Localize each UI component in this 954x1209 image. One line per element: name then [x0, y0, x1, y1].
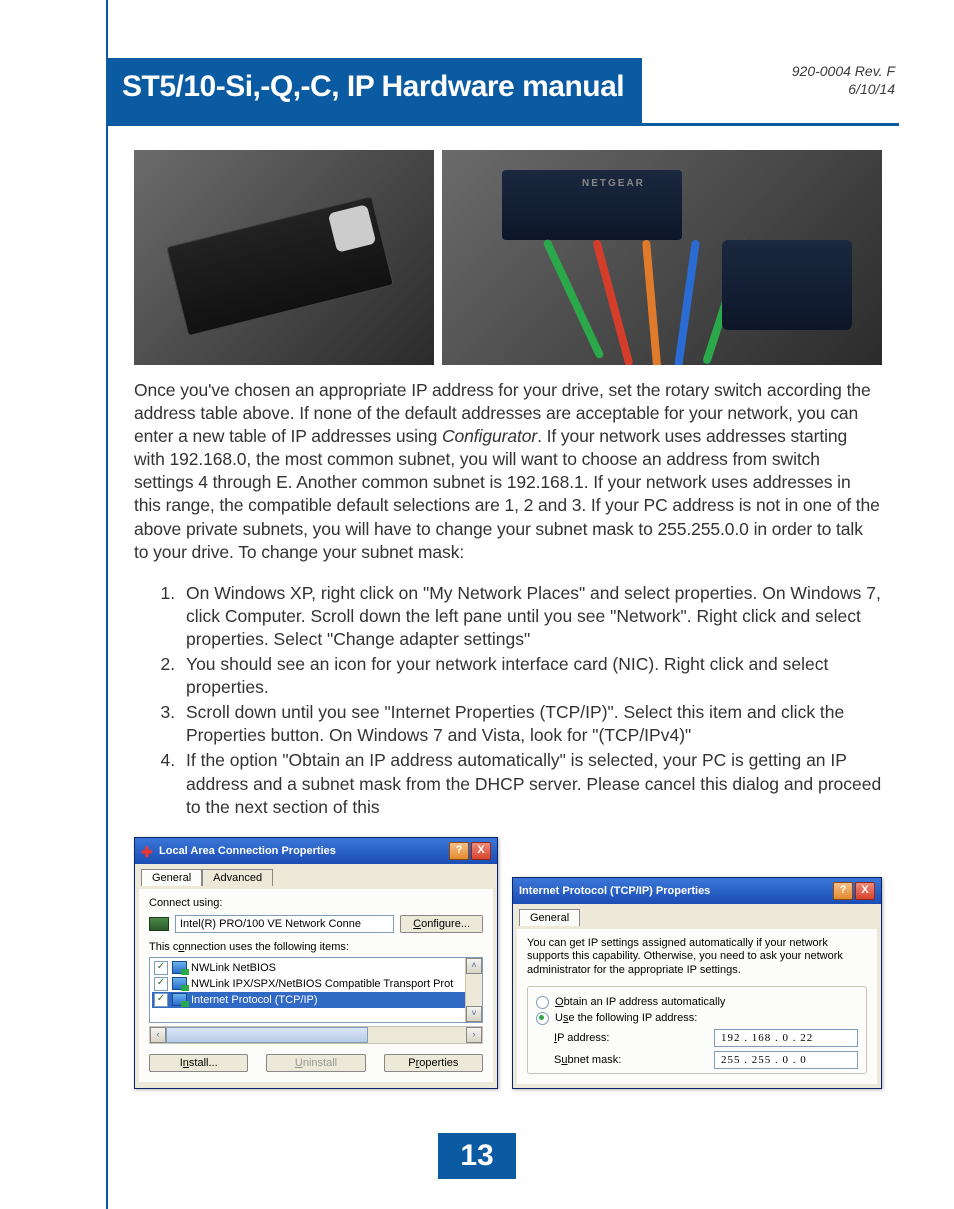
header-meta: 920-0004 Rev. F 6/10/14 — [642, 58, 899, 126]
content-area: NETGEAR Once you've chosen an appropriat… — [134, 150, 882, 1089]
step-1: On Windows XP, right click on "My Networ… — [180, 582, 882, 651]
cable-orange — [642, 240, 661, 365]
scroll-left-icon[interactable]: ‹ — [150, 1027, 166, 1043]
cable-blue — [674, 239, 700, 365]
install-button[interactable]: Install... — [149, 1054, 248, 1072]
protocol-icon — [172, 977, 187, 990]
step-4: If the option "Obtain an IP address auto… — [180, 749, 882, 818]
list-item: ✓ NWLink NetBIOS — [152, 960, 480, 976]
ip-address-field[interactable]: 192 . 168 . 0 . 22 — [714, 1029, 858, 1047]
doc-date: 6/10/14 — [642, 80, 895, 98]
network-connection-icon: ✚ — [141, 844, 155, 858]
tab-general-2[interactable]: General — [519, 909, 580, 926]
second-device-depiction — [722, 240, 852, 330]
cable-green — [542, 238, 604, 359]
list-item: ✓ NWLink IPX/SPX/NetBIOS Compatible Tran… — [152, 976, 480, 992]
checkbox-icon[interactable]: ✓ — [154, 977, 168, 991]
dialog2-titlebar[interactable]: Internet Protocol (TCP/IP) Properties ? … — [513, 878, 881, 904]
adapter-icon — [149, 917, 169, 931]
connection-items-listbox[interactable]: ✓ NWLink NetBIOS ✓ NWLink IPX/SPX/NetBIO… — [149, 957, 483, 1023]
steps-list: On Windows XP, right click on "My Networ… — [134, 582, 882, 819]
properties-button[interactable]: Properties — [384, 1054, 483, 1072]
step-3: Scroll down until you see "Internet Prop… — [180, 701, 882, 747]
checkbox-icon[interactable]: ✓ — [154, 993, 168, 1007]
drive-device-depiction — [166, 196, 394, 337]
page-number: 13 — [438, 1133, 515, 1179]
connect-using-label: Connect using: — [149, 897, 483, 909]
manual-title: ST5/10-Si,-Q,-C, IP Hardware manual — [108, 58, 642, 126]
tcpip-help-text: You can get IP settings assigned automat… — [527, 937, 867, 978]
listbox-horizontal-scrollbar[interactable]: ‹ › — [149, 1026, 483, 1044]
scroll-up-icon[interactable]: ˄ — [466, 958, 482, 974]
photo-network-switch: NETGEAR — [442, 150, 882, 365]
protocol-icon — [172, 961, 187, 974]
protocol-icon — [172, 993, 187, 1006]
scroll-right-icon[interactable]: › — [466, 1027, 482, 1043]
uninstall-button[interactable]: Uninstall — [266, 1054, 365, 1072]
help-button[interactable]: ? — [833, 882, 853, 900]
page-header: ST5/10-Si,-Q,-C, IP Hardware manual 920-… — [108, 58, 899, 126]
step-2: You should see an icon for your network … — [180, 653, 882, 699]
subnet-mask-label: Subnet mask: — [554, 1054, 714, 1066]
dialog1-titlebar[interactable]: ✚ Local Area Connection Properties ? X — [135, 838, 497, 864]
tcpip-properties-dialog: Internet Protocol (TCP/IP) Properties ? … — [512, 877, 882, 1089]
body-paragraph: Once you've chosen an appropriate IP add… — [134, 379, 882, 564]
ip-mode-group: Obtain an IP address automatically Use t… — [527, 986, 867, 1074]
dialog2-title-text: Internet Protocol (TCP/IP) Properties — [519, 885, 710, 897]
scroll-thumb[interactable] — [166, 1027, 368, 1043]
list-item-selected: ✓ Internet Protocol (TCP/IP) — [152, 992, 480, 1008]
radio-manual-label: Use the following IP address: — [555, 1012, 697, 1024]
ip-address-label: IP address: — [554, 1032, 714, 1044]
configure-button[interactable]: Configure... — [400, 915, 483, 933]
help-button[interactable]: ? — [449, 842, 469, 860]
radio-obtain-auto[interactable]: Obtain an IP address automatically — [536, 996, 858, 1009]
list-item-label: Internet Protocol (TCP/IP) — [191, 994, 318, 1006]
local-area-connection-dialog: ✚ Local Area Connection Properties ? X G… — [134, 837, 498, 1089]
dialogs-row: ✚ Local Area Connection Properties ? X G… — [134, 837, 882, 1089]
radio-icon[interactable] — [536, 996, 549, 1009]
dialog1-title-text: Local Area Connection Properties — [159, 845, 336, 857]
tab-general[interactable]: General — [141, 869, 202, 886]
photo-row: NETGEAR — [134, 150, 882, 365]
switch-brand-label: NETGEAR — [582, 178, 645, 189]
items-label: This connection uses the following items… — [149, 941, 483, 953]
doc-ref: 920-0004 Rev. F — [642, 62, 895, 80]
list-item-label: NWLink NetBIOS — [191, 962, 276, 974]
close-button[interactable]: X — [855, 882, 875, 900]
page-number-footer: 13 — [0, 1133, 954, 1179]
photo-drive-module — [134, 150, 434, 365]
tab-advanced[interactable]: Advanced — [202, 869, 273, 886]
radio-icon[interactable] — [536, 1012, 549, 1025]
left-margin-rule — [106, 0, 108, 1209]
radio-use-following[interactable]: Use the following IP address: — [536, 1012, 858, 1025]
checkbox-icon[interactable]: ✓ — [154, 961, 168, 975]
listbox-vertical-scrollbar[interactable]: ˄ ˅ — [465, 958, 482, 1022]
subnet-mask-field[interactable]: 255 . 255 . 0 . 0 — [714, 1051, 858, 1069]
close-button[interactable]: X — [471, 842, 491, 860]
list-item-label: NWLink IPX/SPX/NetBIOS Compatible Transp… — [191, 978, 453, 990]
adapter-field[interactable]: Intel(R) PRO/100 VE Network Conne — [175, 915, 394, 933]
radio-auto-label: Obtain an IP address automatically — [555, 996, 725, 1008]
scroll-down-icon[interactable]: ˅ — [466, 1006, 482, 1022]
